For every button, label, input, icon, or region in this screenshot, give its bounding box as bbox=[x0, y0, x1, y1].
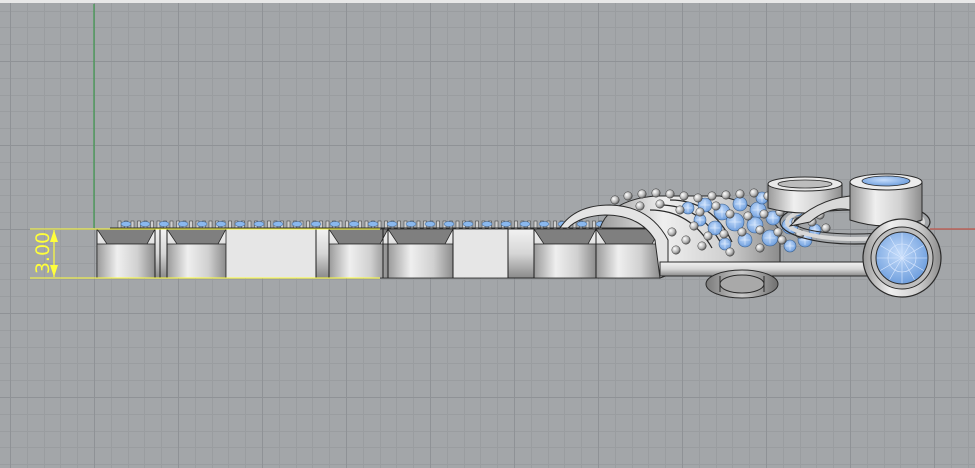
mini-gem bbox=[443, 221, 455, 227]
metal-bead bbox=[725, 247, 735, 257]
viewport-canvas[interactable]: 3.00 bbox=[0, 0, 975, 468]
metal-bead bbox=[681, 235, 691, 245]
segment-bevel bbox=[328, 228, 389, 245]
metal-bead bbox=[637, 189, 647, 199]
segment-bevel bbox=[533, 228, 597, 245]
metal-bead bbox=[711, 201, 721, 211]
metal-bead bbox=[821, 223, 831, 233]
mini-gem bbox=[348, 221, 360, 227]
lower-arm-bar bbox=[659, 261, 891, 277]
segment-face bbox=[328, 243, 389, 279]
metal-bead bbox=[743, 211, 753, 221]
segment-face bbox=[96, 243, 156, 279]
mini-gem bbox=[291, 221, 303, 227]
segment-bevel bbox=[166, 228, 227, 245]
mini-gem bbox=[576, 221, 588, 227]
metal-bead bbox=[679, 191, 689, 201]
metal-bead bbox=[635, 201, 645, 211]
metal-bead bbox=[689, 221, 699, 231]
segment-face bbox=[533, 243, 597, 279]
mini-gem bbox=[215, 221, 227, 227]
segment-flat bbox=[225, 228, 317, 279]
metal-bead bbox=[755, 225, 765, 235]
dimension-value-label: 3.00 bbox=[32, 232, 54, 274]
mini-gem bbox=[120, 221, 132, 227]
metal-bead bbox=[623, 191, 633, 201]
viewport-top-border bbox=[0, 0, 975, 3]
mini-gem bbox=[158, 221, 170, 227]
mini-gem bbox=[234, 221, 246, 227]
metal-bead bbox=[755, 243, 765, 253]
metal-bead bbox=[667, 227, 677, 237]
mini-gem bbox=[386, 221, 398, 227]
band-segments bbox=[96, 228, 661, 279]
metal-bead bbox=[695, 207, 705, 217]
mini-gem bbox=[177, 221, 189, 227]
mini-gem bbox=[500, 221, 512, 227]
mini-gem bbox=[367, 221, 379, 227]
metal-bead bbox=[725, 209, 735, 219]
mini-gem bbox=[462, 221, 474, 227]
metal-bead bbox=[693, 193, 703, 203]
metal-bead bbox=[671, 245, 681, 255]
metal-bead bbox=[675, 205, 685, 215]
metal-bead bbox=[759, 209, 769, 219]
mini-gem bbox=[310, 221, 322, 227]
mini-gem bbox=[519, 221, 531, 227]
segment-bevel bbox=[387, 228, 454, 245]
metal-bead bbox=[777, 235, 787, 245]
metal-bead bbox=[655, 199, 665, 209]
metal-bead bbox=[721, 190, 731, 200]
mini-gem bbox=[196, 221, 208, 227]
segment-flat bbox=[452, 228, 509, 279]
metal-bead bbox=[749, 188, 759, 198]
metal-bead bbox=[703, 231, 713, 241]
mini-gem bbox=[139, 221, 151, 227]
mini-gem bbox=[272, 221, 284, 227]
metal-bead bbox=[651, 188, 661, 198]
round-bezel-setting bbox=[862, 218, 942, 298]
mini-gem bbox=[424, 221, 436, 227]
metal-bead bbox=[735, 189, 745, 199]
segment-face bbox=[387, 243, 454, 279]
segment-bevel bbox=[96, 228, 156, 245]
metal-bead bbox=[719, 229, 729, 239]
metal-bead bbox=[707, 191, 717, 201]
metal-bead bbox=[610, 195, 620, 205]
mini-gem bbox=[329, 221, 341, 227]
underside-bearing bbox=[705, 269, 779, 299]
metal-bead bbox=[665, 189, 675, 199]
metal-bead bbox=[737, 227, 747, 237]
mini-gem bbox=[253, 221, 265, 227]
segment-face bbox=[166, 243, 227, 279]
mini-gem bbox=[481, 221, 493, 227]
metal-bead bbox=[697, 241, 707, 251]
mini-gem bbox=[405, 221, 417, 227]
front-viewport[interactable]: 3.00 bbox=[0, 0, 975, 468]
segment-face bbox=[595, 243, 661, 279]
metal-bead bbox=[773, 227, 783, 237]
mini-gem bbox=[538, 221, 550, 227]
